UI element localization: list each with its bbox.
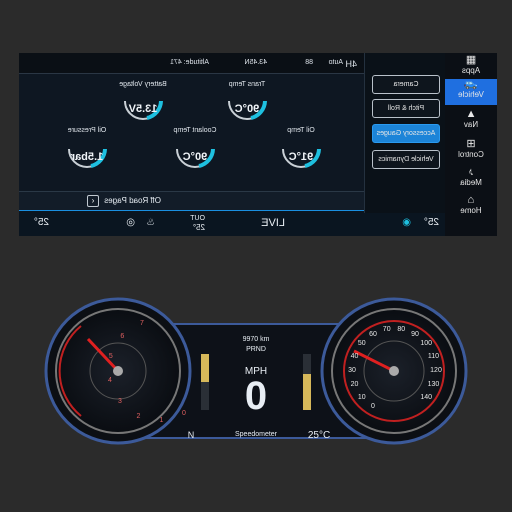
sidebar-item-label: Media xyxy=(460,178,482,187)
status-coords: 43.45N xyxy=(244,59,267,66)
speedo-tick-label: 40 xyxy=(350,352,359,360)
sidebar-item-label: Home xyxy=(460,206,482,215)
speedo-tick-label: 130 xyxy=(427,381,440,389)
outside-temp: 25°C xyxy=(307,430,331,441)
speedo-tick-label: 100 xyxy=(420,340,433,347)
sidebar-item-nav[interactable]: ▲ Nav xyxy=(445,108,497,135)
speedo-tick-label: 90 xyxy=(411,330,419,338)
tach-tick-label: 5 xyxy=(108,353,113,361)
media-icon: ♪ xyxy=(468,166,474,178)
tach-tick-label: 6 xyxy=(120,332,125,340)
speed-value: 0 xyxy=(244,374,268,418)
offroad-menu: Camera Pitch & Roll Accessory Gauges Veh… xyxy=(364,53,445,213)
heated-wheel-icon[interactable]: ◎ xyxy=(126,217,135,228)
speedo-tick-label: 10 xyxy=(357,393,366,401)
sidebar-item-label: Apps xyxy=(461,66,481,75)
gauge-label-battery-voltage: Battery Voltage xyxy=(119,81,167,88)
infotainment-screen: 4H Auto 88 43.45N Altitude: 471 Trans Te… xyxy=(19,53,497,236)
accessory-gauges: Trans Temp 90°C Battery Voltage 13.5V Oi… xyxy=(19,73,365,191)
tach-tick-label: 7 xyxy=(139,320,144,327)
tach-tick-label: 2 xyxy=(136,412,141,420)
sidebar: ▦ Apps 🚙 Vehicle ▲ Nav ⊞ Control ♪ Media… xyxy=(445,53,497,236)
sidebar-item-control[interactable]: ⊞ Control xyxy=(445,138,497,165)
status-altitude: Altitude: 471 xyxy=(170,59,209,66)
speedo-tick-label: 140 xyxy=(420,393,433,401)
gauge-value-oil-temp: 91°C xyxy=(288,151,314,163)
tach-tick-label: 0 xyxy=(182,410,186,418)
speedo-tick-label: 50 xyxy=(357,340,366,347)
speedo-tick-label: 20 xyxy=(350,381,359,389)
chevron-left-icon[interactable]: ‹ xyxy=(87,195,99,207)
tach-tick-label: 3 xyxy=(117,398,122,406)
home-icon: ⌂ xyxy=(467,194,475,206)
sidebar-item-label: Nav xyxy=(463,120,479,129)
menu-item-accessory-gauges[interactable]: Accessory Gauges xyxy=(372,124,440,143)
out-label: OUT xyxy=(190,215,205,222)
speedo-tick-label: 0 xyxy=(371,403,375,411)
left-temp[interactable]: 25° xyxy=(34,217,49,228)
sidebar-item-label: Control xyxy=(458,150,484,159)
instrument-cluster: 01234567 0 10 20 30 40 50 60 70 80 90 100 110 120 130… xyxy=(41,296,471,446)
speedo-tick-label: 110 xyxy=(427,352,440,360)
out-temp: 25° xyxy=(192,223,205,232)
odometer: 9970 km xyxy=(242,336,270,343)
gauge-label-oil-temp: Oil Temp xyxy=(287,127,315,134)
gauge-value-trans-temp: 90°C xyxy=(234,103,260,115)
menu-item-pitch-roll[interactable]: Pitch & Roll xyxy=(372,99,440,118)
control-icon: ⊞ xyxy=(466,138,476,150)
infotainment-mirror: 4H Auto 88 43.45N Altitude: 471 Trans Te… xyxy=(19,53,497,236)
seat-heat-icon[interactable]: ♨ xyxy=(146,217,155,228)
gauge-value-battery-voltage: 13.5V xyxy=(128,103,158,115)
vehicle-icon: 🚙 xyxy=(464,78,478,90)
center-live[interactable]: LIVE xyxy=(261,217,285,229)
drive-mode-sub: Auto xyxy=(328,59,343,66)
menu-item-camera[interactable]: Camera xyxy=(372,75,440,94)
menu-item-vehicle-dynamics[interactable]: Vehicle Dynamics xyxy=(372,150,440,169)
sidebar-item-home[interactable]: ⌂ Home xyxy=(445,194,497,221)
gauge-value-oil-pressure: 1.5bar xyxy=(70,151,104,163)
offroad-pages-label: Off Road Pages xyxy=(104,196,161,205)
sidebar-item-label: Vehicle xyxy=(458,90,484,99)
speedo-tick-label: 120 xyxy=(430,367,442,374)
climate-bar: 25° ◉ LIVE OUT 25° ♨ ◎ 25° xyxy=(19,210,445,236)
fan-icon[interactable]: ◉ xyxy=(402,217,411,228)
sidebar-item-media[interactable]: ♪ Media xyxy=(445,166,497,193)
gear-selector: PRND xyxy=(246,346,266,353)
drive-mode: 4H xyxy=(345,59,357,69)
status-bar: 4H Auto 88 43.45N Altitude: 471 xyxy=(19,53,365,74)
sidebar-item-vehicle[interactable]: 🚙 Vehicle xyxy=(445,78,497,105)
nav-icon: ▲ xyxy=(465,108,477,120)
gauge-value-coolant-temp: 90°C xyxy=(182,151,208,163)
tach-tick-label: 1 xyxy=(159,416,164,424)
gauge-label-trans-temp: Trans Temp xyxy=(228,81,266,88)
apps-icon: ▦ xyxy=(465,54,477,66)
tach-tick-label: 4 xyxy=(108,376,112,384)
gear-indicator: N xyxy=(187,430,195,440)
sidebar-item-apps[interactable]: ▦ Apps xyxy=(445,54,497,77)
status-temp: 88 xyxy=(305,59,313,66)
speedometer-label: Speedometer xyxy=(234,431,278,438)
right-temp[interactable]: 25° xyxy=(424,217,439,228)
speedo-tick-label: 30 xyxy=(348,367,356,374)
gauge-label-oil-pressure: Oil Pressure xyxy=(67,127,107,134)
gauge-label-coolant-temp: Coolant Temp xyxy=(173,127,217,134)
